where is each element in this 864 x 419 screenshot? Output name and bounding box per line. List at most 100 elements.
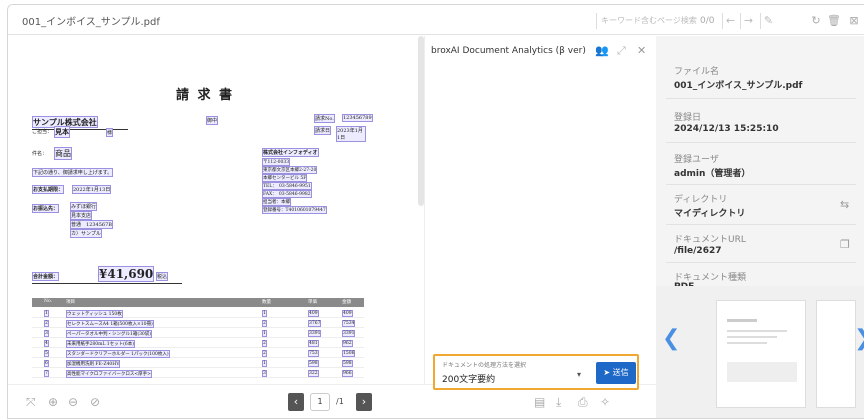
user-label: 登録ユーザ [674,155,719,165]
doc-issuer-5: FAX： 03-5846-9982 [262,190,312,198]
next-page-button[interactable]: › [356,393,372,411]
thumb-next-icon[interactable]: ❯ [854,326,864,351]
close-icon[interactable]: ⊠ [846,13,862,29]
url-value: /file/2627 [674,246,722,256]
table-cell: 481 [308,340,319,347]
doc-total-label: 合計金額： [32,272,60,281]
table-cell: 409 [308,310,319,317]
table-row: 3 ペーパータオル中判・シングル1箱(30袋) 1 3391 3391 [32,329,364,338]
dir-value: マイディレクトリ [674,209,746,219]
ai-panel-title: broxAI Document Analytics (β ver) [431,46,586,56]
table-cell: 753 [308,350,319,357]
table-cell: 5 [44,350,49,357]
doc-issuer-7: 登録番号：T4010601079447 [262,206,327,214]
thumbnail-page-1[interactable] [716,300,806,408]
page-number-input[interactable]: 1 [310,393,330,411]
delete-icon[interactable]: 🗑 [826,13,842,29]
file-label: ファイル名 [674,67,720,77]
table-row: 7 高性能マイクロファイバークロス<厚手> 3 322 966 [32,369,364,378]
expand-icon[interactable]: ⤢ [617,44,626,58]
zoom-in-icon[interactable]: ⊕ [48,395,58,409]
thumbnail-page-2[interactable] [816,300,856,408]
table-cell: 3391 [342,330,356,337]
page-total: /1 [336,397,344,406]
user-value: admin（管理者） [674,169,751,179]
doc-total-tax: 税込 [156,272,169,281]
users-icon[interactable]: 👥 [595,44,609,57]
ai-sparkle-icon[interactable]: ✧ [600,395,610,409]
doc-subject-label: 件名： [32,151,48,157]
dropdown-icon[interactable]: ▾ [577,370,581,379]
hide-icon[interactable]: ⊘ [90,395,100,409]
table-cell: 未来用紙手280mL 1セット(6本) [66,340,136,348]
pdf-viewer[interactable]: 請 求 書 サンプル株式会社 御中 ご担当： 見本 様 請求No. 123456… [8,36,420,384]
doc-note: 下記の通り、御請求申し上げます。 [32,168,114,177]
separator [666,184,856,185]
doc-bank-1: みずほ銀行 [70,202,98,211]
table-cell: 966 [342,370,353,377]
table-row: 1 ウェットティッシュ 150枚 1 409 409 [32,309,364,318]
th-item: 項目 [66,300,75,305]
table-cell: 2 [262,350,267,357]
file-title: 001_インボイス_サンプル.pdf [22,17,160,28]
edit-icon[interactable]: ✎ [760,13,776,29]
doc-issuer-3: 本郷センタービル 5F [262,174,308,182]
send-icon: ➤ [603,368,611,377]
print-icon[interactable]: ⎙ [578,395,588,410]
refresh-icon[interactable]: ↻ [808,13,824,29]
table-cell: スタンダードクリアーホルダー 1パック(100枚入) [66,350,170,358]
next-result-icon[interactable]: → [740,13,756,29]
dir-label: ディレクトリ [674,195,728,205]
doc-bank-3: 普通 1234567B [70,220,113,229]
th-price: 単価 [308,300,317,305]
doc-bank-4: カ）サンプル [70,229,102,238]
ai-panel: broxAI Document Analytics (β ver) 👥 ⤢ ✕ … [424,36,656,390]
table-cell: 3 [262,370,267,377]
doc-title: 請 求 書 [176,88,235,103]
download-icon[interactable]: ⤓ [556,395,561,410]
doc-attn-label: ご担当： [32,129,53,135]
table-cell: 409 [342,310,353,317]
search-count: 0/0 [700,16,715,26]
doc-issuer-4: TEL： 03-5846-9951 [262,182,312,190]
send-button[interactable]: ➤ 送信 [596,362,636,384]
separator [666,262,856,263]
doc-subject: 商品 [54,147,72,160]
table-cell: セレクトスムースA4 1箱(500枚入×10冊) [66,320,154,328]
th-amount: 金額 [342,300,351,305]
table-cell: 6 [44,360,49,367]
reg-label: 登録日 [674,113,702,123]
fit-screen-icon[interactable]: ⤧ [26,395,36,410]
doc-issuer-2: 東京都文京区本郷2-27-20 [262,166,318,174]
thumb-prev-icon[interactable]: ❮ [662,326,680,351]
separator [666,142,856,143]
select-label: ドキュメントの処理方法を選択 [442,362,527,369]
prev-result-icon[interactable]: ← [722,13,738,29]
pdf-icon[interactable]: ▤ [534,395,545,409]
th-qty: 数量 [262,300,271,305]
app-window: 001_インボイス_サンプル.pdf キーワード含むページ検索 0/0 ← → … [7,4,864,419]
table-row: 4 未来用紙手280mL 1セット(6本) 2 481 962 [32,339,364,348]
doc-bank-label: お振込先： [32,204,60,213]
move-icon[interactable]: ⇆ [840,198,849,211]
prev-page-button[interactable]: ‹ [288,393,304,411]
th-no: No. [44,299,52,304]
processing-method-select[interactable]: ドキュメントの処理方法を選択 200文字要約 ▾ ➤ 送信 [433,354,639,390]
doc-due: 2022年1月13日 [72,185,112,194]
table-cell: ウェットティッシュ 150枚 [66,310,123,318]
table-cell: 7 [44,370,49,377]
top-bar: 001_インボイス_サンプル.pdf キーワード含むページ検索 0/0 ← → … [8,5,864,35]
close-panel-icon[interactable]: ✕ [637,44,646,57]
table-cell: 高性能マイクロファイバークロス<厚手> [66,370,152,378]
doc-issuer-1: 〒112-0033 [262,158,291,166]
table-row: 6 加湿機用洗剤 FE-Z40HV 1 598 598 [32,359,364,368]
zoom-out-icon[interactable]: ⊖ [68,395,78,409]
table-cell: 1 [262,310,267,317]
doc-company-suffix: 御中 [206,116,219,125]
table-cell: 1 [262,330,267,337]
table-cell: 2 [262,320,267,327]
doc-inv-no-label: 請求No. [314,114,335,123]
copy-icon[interactable]: ❐ [840,238,850,251]
table-cell: 1506 [342,350,356,357]
doc-attn-suffix: 様 [106,128,114,137]
